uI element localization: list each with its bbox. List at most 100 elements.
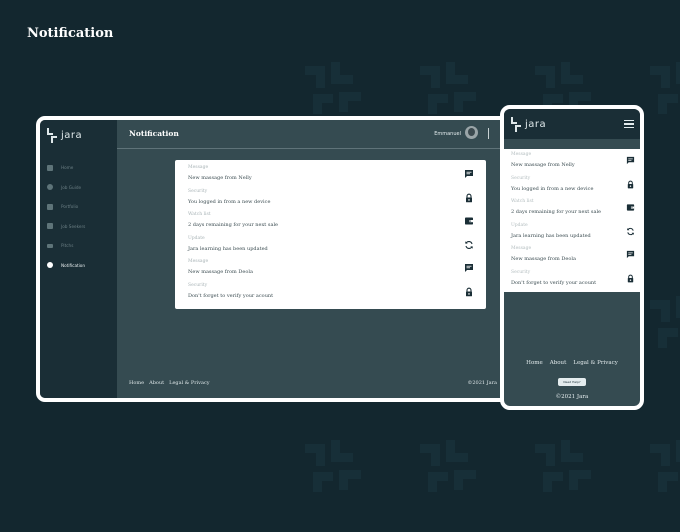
sidebar: jara Home Job Guide Portfolio Job Seeker… <box>40 120 117 398</box>
sidebar-item-home[interactable]: Home <box>47 158 85 178</box>
wallet-icon[interactable] <box>464 216 474 226</box>
notification-list: Message New massage from Nelly Security You… <box>175 160 486 309</box>
lock-icon[interactable] <box>626 180 635 189</box>
header: Notification Emmanuel <box>117 120 519 149</box>
footer-link-about[interactable]: About <box>149 380 164 386</box>
wallet-icon[interactable] <box>626 203 635 212</box>
notification-category: Update <box>511 222 528 228</box>
notification-item[interactable]: Watch list 2 days remaining for your next… <box>504 196 640 220</box>
sidebar-item-job-guide[interactable]: Job Guide <box>47 178 85 198</box>
sidebar-nav: Home Job Guide Portfolio Job Seekers Pit… <box>47 158 85 275</box>
sidebar-item-label: Home <box>61 165 74 171</box>
notification-text: You logged in from a new device <box>188 198 271 205</box>
guide-icon <box>47 184 53 191</box>
notification-item[interactable]: Message New massage from Nelly <box>504 149 640 173</box>
notification-category: Watch list <box>511 199 534 205</box>
hamburger-menu-icon[interactable] <box>624 120 634 128</box>
sync-icon[interactable] <box>626 227 635 236</box>
desktop-mockup: jara Home Job Guide Portfolio Job Seeker… <box>36 116 523 402</box>
notification-item[interactable]: Security Don't forget to verify your acou… <box>188 281 474 305</box>
home-icon <box>47 164 53 171</box>
message-icon[interactable] <box>626 250 635 259</box>
sidebar-item-label: Pitchs <box>61 243 74 249</box>
notification-icon <box>47 262 53 269</box>
notification-item[interactable]: Message New massage from Deola <box>504 243 640 267</box>
notification-item[interactable]: Security You logged in from a new device <box>188 187 474 211</box>
notification-text: 2 days remaining for your next sale <box>188 222 279 228</box>
notification-item[interactable]: Security Don't forget to verify your acou… <box>504 267 640 291</box>
background-logo-mark <box>650 296 680 348</box>
notification-item[interactable]: Security You logged in from a new device <box>504 173 640 197</box>
notification-item[interactable]: Watch list 2 days remaining for your next… <box>188 210 474 234</box>
notification-text: New massage from Nelly <box>511 162 575 168</box>
help-button[interactable]: Need Help? <box>558 378 586 386</box>
header-divider <box>488 128 489 139</box>
message-icon[interactable] <box>626 156 635 165</box>
notification-text: New massage from Deola <box>511 256 576 263</box>
sidebar-item-label: Job Guide <box>61 184 82 190</box>
background-logo-mark <box>535 440 593 492</box>
notification-category: Message <box>511 246 532 252</box>
copyright: ©2021 Jara <box>467 380 497 386</box>
footer-link-home[interactable]: Home <box>526 360 543 366</box>
background-logo-mark <box>305 440 363 492</box>
notification-text: New massage from Deola <box>188 269 253 275</box>
footer: Home About Legal & Privacy ©2021 Jara <box>117 378 519 390</box>
lock-icon[interactable] <box>626 274 635 283</box>
notification-category: Message <box>188 259 209 264</box>
sidebar-item-pitchs[interactable]: Pitchs <box>47 236 85 256</box>
logo[interactable]: jara <box>47 128 82 143</box>
mobile-mockup: jara Message New massage from Nelly Securi… <box>500 105 644 410</box>
user-name[interactable]: Emmanuel <box>434 131 461 137</box>
notification-text: You logged in from a new device <box>511 185 594 192</box>
notification-text: 2 days remaining for your next sale <box>511 209 602 216</box>
lock-icon[interactable] <box>464 193 474 203</box>
notification-item[interactable]: Message New massage from Deola <box>188 257 474 281</box>
notification-category: Message <box>188 165 209 170</box>
sidebar-item-label: Portfolio <box>61 204 79 210</box>
sidebar-item-job-seekers[interactable]: Job Seekers <box>47 217 85 237</box>
notification-category: Watch list <box>188 212 211 217</box>
background-logo-mark <box>650 440 680 492</box>
seekers-icon <box>47 223 53 230</box>
background-logo-mark <box>650 62 680 114</box>
sidebar-item-label: Job Seekers <box>61 223 86 229</box>
footer-link-legal[interactable]: Legal & Privacy <box>169 380 209 386</box>
notification-text: Don't forget to verify your acount <box>511 279 597 286</box>
portfolio-icon <box>47 203 53 210</box>
lock-icon[interactable] <box>464 287 474 297</box>
sidebar-item-notification[interactable]: Notification <box>47 256 85 276</box>
notification-category: Message <box>511 152 532 157</box>
footer-link-about[interactable]: About <box>550 360 567 366</box>
sidebar-item-portfolio[interactable]: Portfolio <box>47 197 85 217</box>
copyright: ©2021 Jara <box>555 394 589 400</box>
logo[interactable]: jara <box>511 117 546 132</box>
footer-link-legal[interactable]: Legal & Privacy <box>573 360 618 366</box>
page-title: Notification <box>27 26 114 41</box>
notification-category: Security <box>511 269 531 275</box>
notification-item[interactable]: Message New massage from Nelly <box>188 163 474 187</box>
message-icon[interactable] <box>464 263 474 273</box>
notification-category: Update <box>188 235 205 241</box>
sync-icon[interactable] <box>464 240 474 250</box>
notification-category: Security <box>188 188 208 194</box>
notification-category: Security <box>511 175 531 181</box>
mobile-notification-list: Message New massage from Nelly Security You… <box>504 149 640 292</box>
background-logo-mark <box>420 62 478 114</box>
notification-text: Jara learning has been updated <box>188 245 268 252</box>
background-logo-mark <box>305 62 363 114</box>
mobile-header: jara <box>504 109 640 139</box>
notification-item[interactable]: Update Jara learning has been updated <box>504 220 640 244</box>
notification-text: Don't forget to verify your acount <box>188 292 274 299</box>
pitch-icon <box>47 243 53 248</box>
message-icon[interactable] <box>464 169 474 179</box>
footer-link-home[interactable]: Home <box>129 380 144 386</box>
header-title: Notification <box>129 129 179 138</box>
mobile-footer-links: Home About Legal & Privacy <box>504 360 640 366</box>
notification-text: Jara learning has been updated <box>511 232 591 239</box>
notification-item[interactable]: Update Jara learning has been updated <box>188 234 474 258</box>
logo-wordmark: jara <box>61 130 83 141</box>
logo-mark-icon <box>511 117 521 132</box>
notification-text: New massage from Nelly <box>188 175 252 181</box>
avatar[interactable] <box>465 126 478 139</box>
